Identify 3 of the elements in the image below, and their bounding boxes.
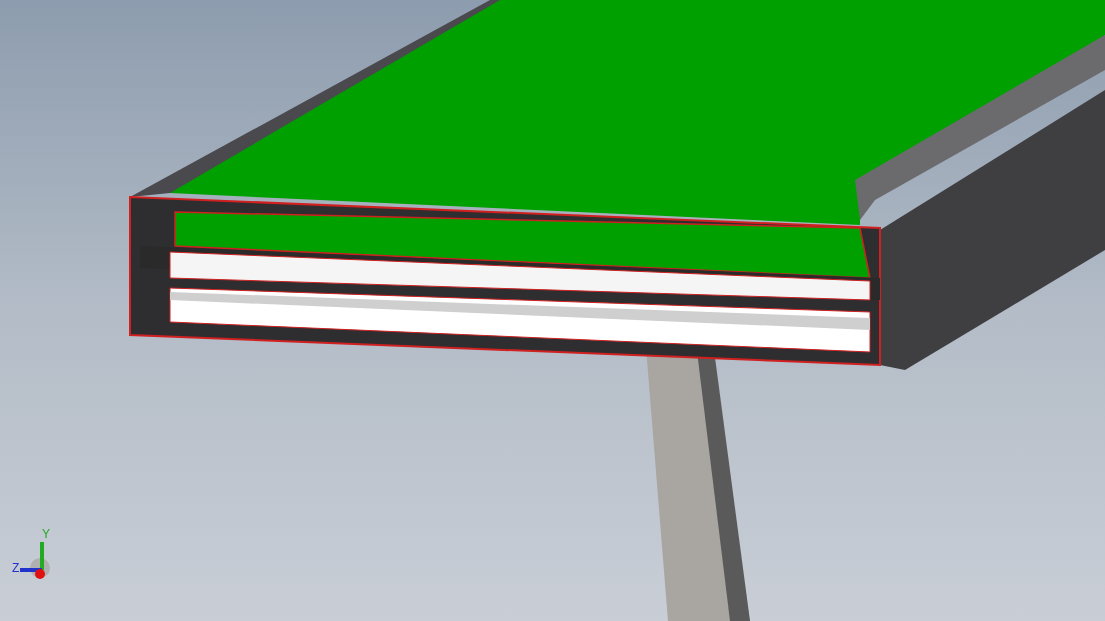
- axis-label: Y: [42, 528, 50, 540]
- axis-triad-icon: [19, 540, 51, 579]
- axis-label: Z: [12, 562, 20, 574]
